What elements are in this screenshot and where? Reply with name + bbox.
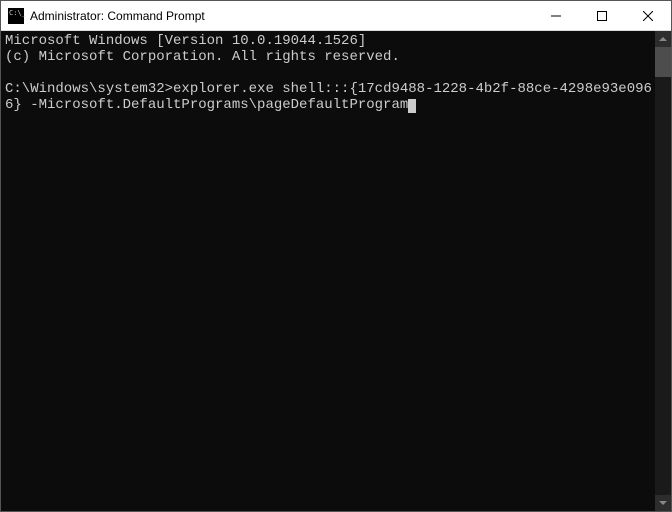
window-title: Administrator: Command Prompt — [30, 9, 533, 23]
vertical-scrollbar[interactable] — [655, 31, 671, 511]
minimize-button[interactable] — [533, 1, 579, 30]
console-output[interactable]: Microsoft Windows [Version 10.0.19044.15… — [1, 31, 655, 511]
minimize-icon — [551, 11, 561, 21]
maximize-button[interactable] — [579, 1, 625, 30]
maximize-icon — [597, 11, 607, 21]
copyright-line: (c) Microsoft Corporation. All rights re… — [5, 49, 400, 65]
scroll-down-button[interactable] — [655, 495, 671, 511]
command-prompt-window: Administrator: Command Prompt Microsoft … — [0, 0, 672, 512]
cmd-icon — [8, 8, 24, 24]
scroll-track[interactable] — [655, 47, 671, 495]
scroll-thumb[interactable] — [655, 47, 671, 77]
console-area: Microsoft Windows [Version 10.0.19044.15… — [1, 31, 671, 511]
window-controls — [533, 1, 671, 30]
chevron-down-icon — [659, 501, 667, 505]
close-button[interactable] — [625, 1, 671, 30]
version-line: Microsoft Windows [Version 10.0.19044.15… — [5, 33, 366, 49]
prompt: C:\Windows\system32> — [5, 81, 173, 97]
chevron-up-icon — [659, 37, 667, 41]
text-caret — [408, 99, 416, 113]
scroll-up-button[interactable] — [655, 31, 671, 47]
close-icon — [643, 11, 653, 21]
command-line: C:\Windows\system32>explorer.exe shell::… — [5, 81, 652, 113]
titlebar[interactable]: Administrator: Command Prompt — [1, 1, 671, 31]
